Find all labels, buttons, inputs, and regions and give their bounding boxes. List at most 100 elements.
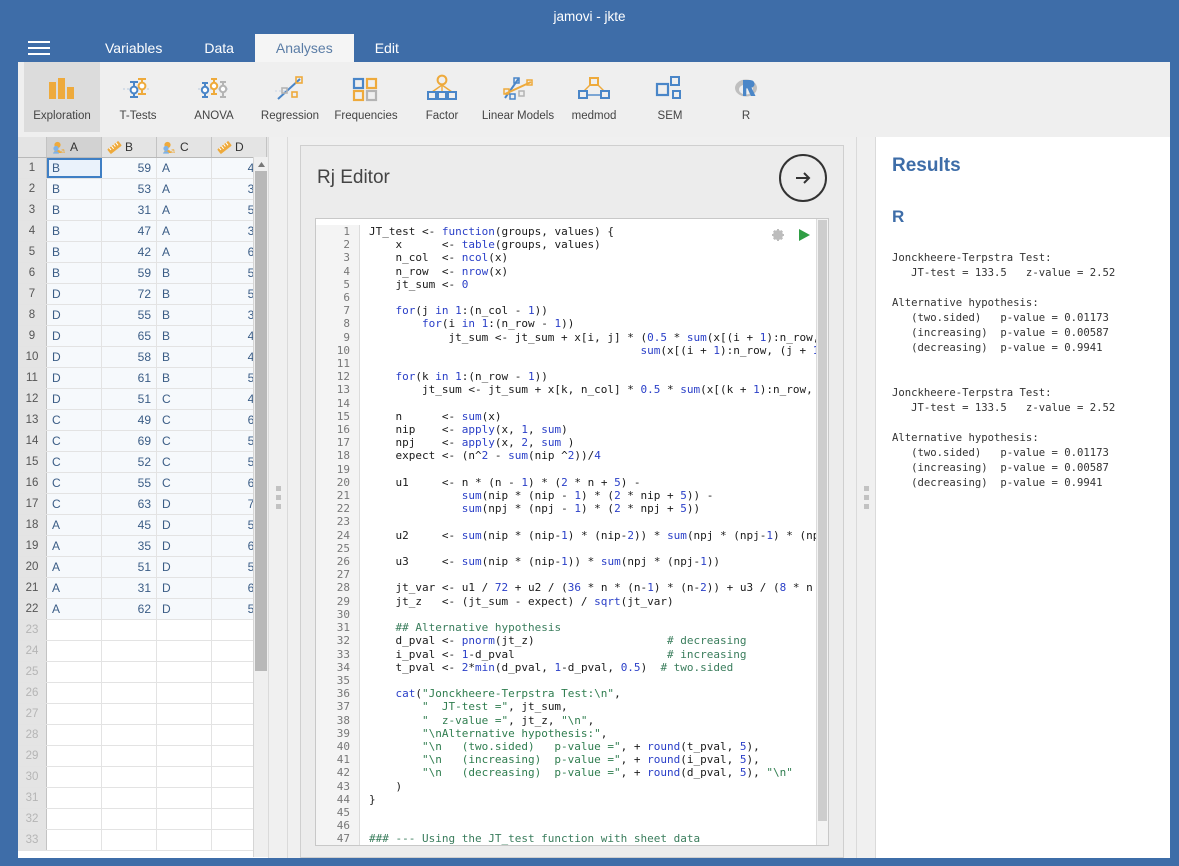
row-number[interactable]: 26 — [18, 683, 47, 703]
cell-B2[interactable]: 53 — [102, 179, 157, 199]
data-rows[interactable]: 1B59A452B53A353B31A514B47A315B42A626B59B… — [18, 158, 268, 858]
row-number[interactable]: 6 — [18, 263, 47, 283]
scroll-up-icon[interactable] — [254, 157, 268, 171]
code-line-source[interactable] — [360, 515, 376, 528]
cell-A24[interactable] — [47, 641, 102, 661]
cell-C20[interactable]: D — [157, 557, 212, 577]
code-line-source[interactable]: i_pval <- 1-d_pval # increasing — [360, 648, 747, 661]
cell-C28[interactable] — [157, 725, 212, 745]
code-line-source[interactable]: sum(nip * (nip - 1) * (2 * nip + 5)) - — [360, 489, 713, 502]
ribbon-item-t-tests[interactable]: T-Tests — [100, 62, 176, 132]
row-number[interactable]: 7 — [18, 284, 47, 304]
code-line-source[interactable] — [360, 674, 376, 687]
cell-A5[interactable]: B — [47, 242, 102, 262]
code-line-source[interactable]: jt_z <- (jt_sum - expect) / sqrt(jt_var) — [360, 595, 674, 608]
cell-A13[interactable]: C — [47, 410, 102, 430]
cell-C13[interactable]: C — [157, 410, 212, 430]
code-line-source[interactable]: "\n (two.sided) p-value =", + round(t_pv… — [360, 740, 760, 753]
cell-B20[interactable]: 51 — [102, 557, 157, 577]
code-line-source[interactable]: } — [360, 793, 376, 806]
cell-B7[interactable]: 72 — [102, 284, 157, 304]
table-row[interactable]: 21A31D61 — [18, 578, 268, 599]
row-number[interactable]: 4 — [18, 221, 47, 241]
cell-B14[interactable]: 69 — [102, 431, 157, 451]
cell-C31[interactable] — [157, 788, 212, 808]
cell-B5[interactable]: 42 — [102, 242, 157, 262]
column-header-B[interactable]: B — [102, 137, 157, 157]
code-line-source[interactable]: d_pval <- pnorm(jt_z) # decreasing — [360, 634, 747, 647]
left-splitter[interactable] — [268, 137, 288, 858]
cell-C8[interactable]: B — [157, 305, 212, 325]
cell-B10[interactable]: 58 — [102, 347, 157, 367]
cell-B24[interactable] — [102, 641, 157, 661]
cell-C21[interactable]: D — [157, 578, 212, 598]
code-line-source[interactable]: n_col <- ncol(x) — [360, 251, 508, 264]
right-splitter[interactable] — [856, 137, 876, 858]
cell-C19[interactable]: D — [157, 536, 212, 556]
code-line-source[interactable]: u2 <- sum(nip * (nip-1) * (nip-2)) * sum… — [360, 529, 828, 542]
code-line-source[interactable] — [360, 542, 376, 555]
row-number[interactable]: 19 — [18, 536, 47, 556]
code-line-source[interactable]: u1 <- n * (n - 1) * (2 * n + 5) - — [360, 476, 641, 489]
table-row[interactable]: 22A62D51 — [18, 599, 268, 620]
tab-edit[interactable]: Edit — [354, 34, 420, 62]
cell-C6[interactable]: B — [157, 263, 212, 283]
cell-B22[interactable]: 62 — [102, 599, 157, 619]
arrow-right-circle-icon[interactable] — [779, 154, 827, 202]
table-row[interactable]: 28 — [18, 725, 268, 746]
row-number[interactable]: 27 — [18, 704, 47, 724]
row-number[interactable]: 10 — [18, 347, 47, 367]
cell-B17[interactable]: 63 — [102, 494, 157, 514]
cell-C22[interactable]: D — [157, 599, 212, 619]
cell-B15[interactable]: 52 — [102, 452, 157, 472]
code-line-source[interactable]: jt_sum <- jt_sum + x[i, j] * (0.5 * sum(… — [360, 331, 828, 344]
cell-A15[interactable]: C — [47, 452, 102, 472]
code-line-source[interactable]: "\nAlternative hypothesis:", — [360, 727, 607, 740]
code-line-source[interactable]: t_pval <- 2*min(d_pval, 1-d_pval, 0.5) #… — [360, 661, 733, 674]
code-line-source[interactable] — [360, 357, 376, 370]
table-row[interactable]: 23 — [18, 620, 268, 641]
table-row[interactable]: 1B59A45 — [18, 158, 268, 179]
code-line-source[interactable]: jt_sum <- 0 — [360, 278, 468, 291]
column-header-A[interactable]: aA — [47, 137, 102, 157]
data-spreadsheet[interactable]: aABaCD 1B59A452B53A353B31A514B47A315B42A… — [18, 137, 268, 858]
code-line-source[interactable]: n_row <- nrow(x) — [360, 265, 508, 278]
cell-A9[interactable]: D — [47, 326, 102, 346]
ribbon-item-exploration[interactable]: Exploration — [24, 62, 100, 132]
ribbon-item-frequencies[interactable]: Frequencies — [328, 62, 404, 132]
ribbon-item-anova[interactable]: ANOVA — [176, 62, 252, 132]
cell-A28[interactable] — [47, 725, 102, 745]
cell-A12[interactable]: D — [47, 389, 102, 409]
table-row[interactable]: 16C55C63 — [18, 473, 268, 494]
cell-A8[interactable]: D — [47, 305, 102, 325]
code-line-source[interactable]: " z-value =", jt_z, "\n", — [360, 714, 594, 727]
table-row[interactable]: 2B53A35 — [18, 179, 268, 200]
table-row[interactable]: 25 — [18, 662, 268, 683]
cell-C15[interactable]: C — [157, 452, 212, 472]
cell-C33[interactable] — [157, 830, 212, 850]
code-line-source[interactable]: u3 <- sum(nip * (nip-1)) * sum(npj * (np… — [360, 555, 720, 568]
play-icon[interactable] — [796, 227, 812, 243]
code-line-source[interactable]: "\n (increasing) p-value =", + round(i_p… — [360, 753, 760, 766]
code-line-source[interactable]: ## Alternative hypothesis — [360, 621, 561, 634]
cell-C16[interactable]: C — [157, 473, 212, 493]
row-number[interactable]: 30 — [18, 767, 47, 787]
code-vertical-scrollbar[interactable] — [816, 219, 828, 845]
cell-B23[interactable] — [102, 620, 157, 640]
cell-B1[interactable]: 59 — [102, 158, 157, 178]
cell-A25[interactable] — [47, 662, 102, 682]
table-row[interactable]: 14C69C52 — [18, 431, 268, 452]
code-line-source[interactable] — [360, 291, 376, 304]
tab-data[interactable]: Data — [183, 34, 255, 62]
row-number[interactable]: 31 — [18, 788, 47, 808]
cell-A7[interactable]: D — [47, 284, 102, 304]
cell-C5[interactable]: A — [157, 242, 212, 262]
row-number[interactable]: 8 — [18, 305, 47, 325]
cell-B33[interactable] — [102, 830, 157, 850]
cell-C24[interactable] — [157, 641, 212, 661]
row-number[interactable]: 15 — [18, 452, 47, 472]
cell-B29[interactable] — [102, 746, 157, 766]
code-line-source[interactable] — [360, 806, 376, 819]
cell-B19[interactable]: 35 — [102, 536, 157, 556]
row-number[interactable]: 29 — [18, 746, 47, 766]
